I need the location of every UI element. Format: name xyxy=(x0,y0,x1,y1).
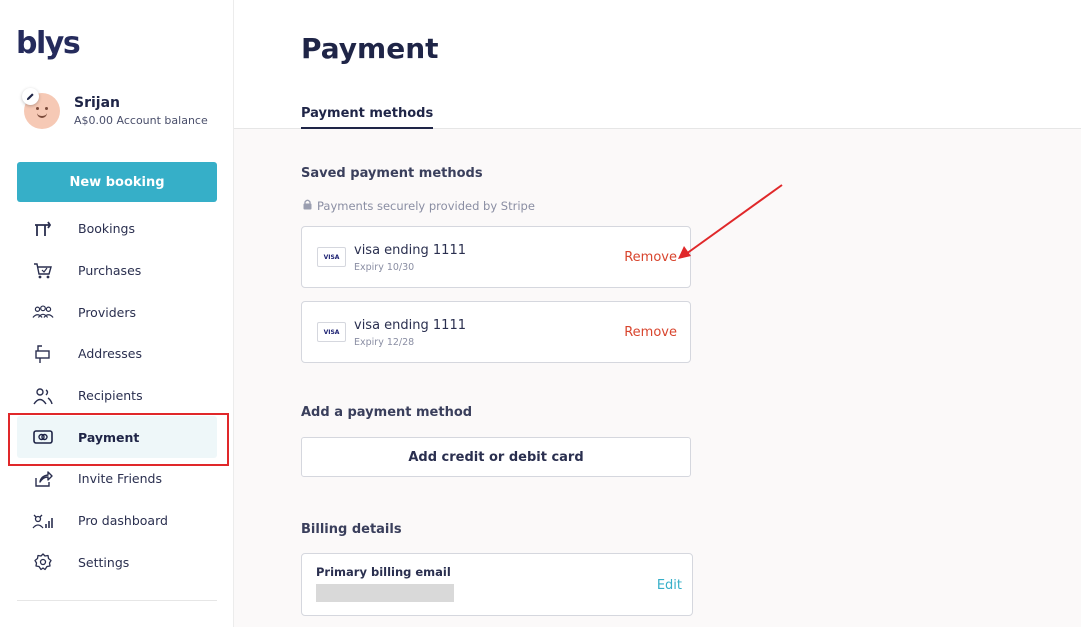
sidebar-item-label: Settings xyxy=(78,554,130,570)
sidebar-item-label: Bookings xyxy=(78,221,135,237)
billing-heading: Billing details xyxy=(301,522,402,537)
page-title: Payment xyxy=(301,32,439,65)
sidebar-item-label: Recipients xyxy=(78,388,143,404)
cart-icon xyxy=(32,261,54,281)
remove-card-button[interactable]: Remove xyxy=(624,325,677,340)
account-balance: A$0.00 Account balance xyxy=(74,114,208,127)
add-method-heading: Add a payment method xyxy=(301,405,473,420)
blys-logo[interactable]: blys xyxy=(16,26,81,61)
gear-icon xyxy=(32,552,54,572)
saved-methods-heading: Saved payment methods xyxy=(301,166,483,181)
sidebar-item-label: Pro dashboard xyxy=(78,513,168,529)
visa-icon: VISA xyxy=(317,322,346,342)
sidebar-item-settings[interactable]: Settings xyxy=(17,542,217,584)
recipients-icon xyxy=(32,386,54,406)
edit-avatar-icon[interactable] xyxy=(22,88,39,105)
sidebar-item-label: Addresses xyxy=(78,346,142,362)
billing-email-label: Primary billing email xyxy=(316,565,451,579)
providers-icon xyxy=(32,302,54,322)
edit-billing-email-button[interactable]: Edit xyxy=(657,578,682,593)
annotation-arrow-icon xyxy=(678,184,783,259)
sidebar-item-addresses[interactable]: Addresses xyxy=(17,333,217,375)
stripe-note: Payments securely provided by Stripe xyxy=(303,199,535,213)
sidebar-item-bookings[interactable]: Bookings xyxy=(17,208,217,250)
annotation-highlight-box xyxy=(8,413,229,466)
share-icon xyxy=(32,469,54,489)
saved-card: VISA visa ending 1111 Expiry 12/28 Remov… xyxy=(301,301,691,363)
card-title: visa ending 1111 xyxy=(354,318,466,333)
add-card-button[interactable]: Add credit or debit card xyxy=(301,437,691,477)
sidebar-item-pro-dashboard[interactable]: Pro dashboard xyxy=(17,500,217,542)
sidebar-item-label: Providers xyxy=(78,304,136,320)
profile-name: Srijan xyxy=(74,95,120,111)
new-booking-button[interactable]: New booking xyxy=(17,162,217,202)
sidebar-divider xyxy=(17,600,217,601)
pro-dashboard-icon xyxy=(32,511,54,531)
billing-email-card: Primary billing email Edit xyxy=(301,553,693,616)
card-expiry: Expiry 10/30 xyxy=(354,262,415,273)
bookings-icon xyxy=(32,219,54,239)
stripe-note-text: Payments securely provided by Stripe xyxy=(317,199,535,213)
card-expiry: Expiry 12/28 xyxy=(354,337,415,348)
lock-icon xyxy=(303,199,312,213)
sidebar-item-purchases[interactable]: Purchases xyxy=(17,250,217,292)
sidebar-item-label: Purchases xyxy=(78,263,142,279)
card-title: visa ending 1111 xyxy=(354,243,466,258)
mailbox-icon xyxy=(32,344,54,364)
sidebar: blys Srijan A$0.00 Account balance New b… xyxy=(0,0,234,627)
profile[interactable]: Srijan A$0.00 Account balance xyxy=(24,93,208,129)
visa-icon: VISA xyxy=(317,247,346,267)
sidebar-item-providers[interactable]: Providers xyxy=(17,291,217,333)
saved-card: VISA visa ending 1111 Expiry 10/30 Remov… xyxy=(301,226,691,288)
billing-email-redacted xyxy=(316,584,454,602)
tab-payment-methods[interactable]: Payment methods xyxy=(301,106,434,129)
sidebar-nav: Bookings Purchases Providers Addresses R… xyxy=(17,208,217,583)
sidebar-item-label: Invite Friends xyxy=(78,471,162,487)
sidebar-item-recipients[interactable]: Recipients xyxy=(17,375,217,417)
